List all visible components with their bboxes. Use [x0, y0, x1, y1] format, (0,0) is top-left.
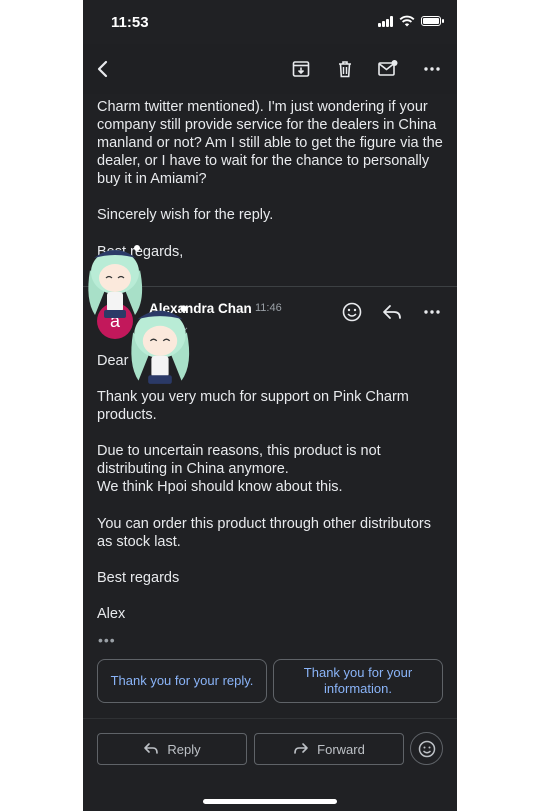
- emoji-reaction-button[interactable]: [410, 732, 443, 765]
- reply-label: Reply: [167, 741, 201, 757]
- emoji-icon: [418, 740, 435, 757]
- signal-icon: [378, 15, 393, 27]
- archive-icon[interactable]: [288, 56, 314, 82]
- reply-icon[interactable]: [380, 300, 404, 324]
- status-icons: [378, 15, 444, 27]
- wifi-icon: [399, 15, 415, 27]
- phone-screen: 11:53 Charm twitter mentioned). I'm just…: [83, 0, 457, 811]
- forward-arrow-icon: [294, 743, 308, 754]
- forward-button[interactable]: Forward: [254, 733, 404, 765]
- delete-icon[interactable]: [332, 56, 358, 82]
- message-time: 11:46: [255, 302, 282, 314]
- smart-reply-1[interactable]: Thank you for your reply.: [97, 659, 267, 703]
- message-closing: Best regards: [97, 570, 180, 586]
- reply-arrow-icon: [144, 743, 159, 754]
- back-icon[interactable]: [90, 56, 116, 82]
- react-emoji-icon[interactable]: [340, 300, 364, 324]
- show-trimmed-content[interactable]: •••: [98, 632, 116, 648]
- message-paragraph-2: Due to uncertain reasons, this product i…: [97, 443, 381, 495]
- home-indicator[interactable]: [203, 799, 337, 804]
- message-paragraph-1: Thank you very much for support on Pink …: [97, 389, 409, 423]
- message-paragraph-3: You can order this product through other…: [97, 516, 431, 550]
- smart-reply-2[interactable]: Thank you for your information.: [273, 659, 443, 703]
- message-signature: Alex: [97, 606, 126, 622]
- status-bar: 11:53: [83, 0, 457, 44]
- message-more-icon[interactable]: [420, 300, 444, 324]
- email-toolbar: [83, 44, 457, 94]
- status-time: 11:53: [111, 14, 149, 31]
- previous-message-body: Charm twitter mentioned). I'm just wonde…: [97, 99, 443, 187]
- battery-icon: [421, 16, 444, 26]
- anime-sticker-2: [131, 305, 190, 384]
- reply-button[interactable]: Reply: [97, 733, 247, 765]
- bottom-divider: [83, 718, 457, 719]
- forward-label: Forward: [317, 741, 365, 757]
- previous-message-closing: Sincerely wish for the reply.: [97, 207, 274, 223]
- mark-unread-icon[interactable]: [375, 56, 401, 82]
- more-icon[interactable]: [419, 56, 445, 82]
